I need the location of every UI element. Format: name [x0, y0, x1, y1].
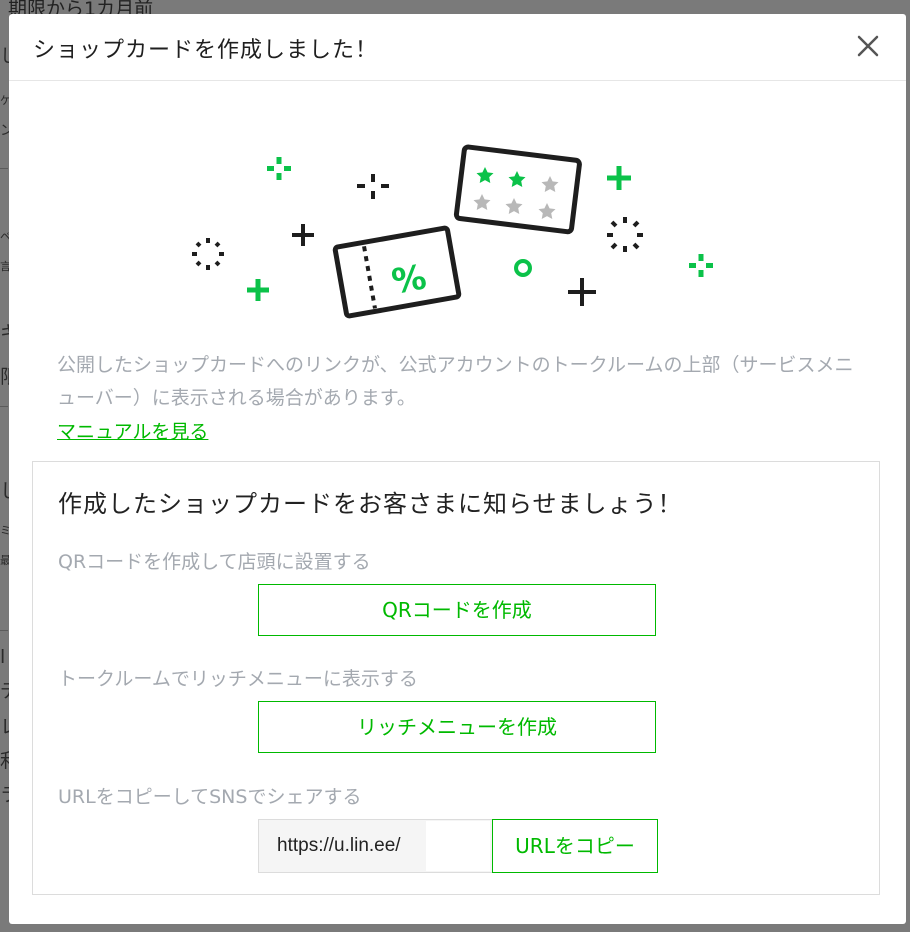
panel-title: 作成したショップカードをお客さまに知らせましょう！ [58, 490, 683, 518]
sparkle-icon [357, 174, 389, 199]
url-copy-row: https://u.lin.ee/ URLをコピー [258, 819, 658, 873]
plus-icon [292, 224, 314, 246]
shop-card-created-dialog: ショップカードを作成しました！ % 公開したショップカードへのリンクが、公式アカ… [9, 14, 906, 924]
percent-icon: % [389, 257, 430, 302]
qr-step-label: QRコードを作成して店頭に設置する [58, 551, 371, 573]
circle-icon [514, 259, 532, 277]
plus-icon [247, 279, 269, 301]
shop-card-icon [453, 144, 582, 235]
sparkle-icon [267, 157, 291, 180]
background-divider [0, 406, 8, 407]
background-divider [0, 168, 8, 169]
close-icon[interactable] [854, 32, 882, 60]
dialog-header: ショップカードを作成しました！ [9, 14, 906, 81]
service-menu-notice: 公開したショップカードへのリンクが、公式アカウントのトークルームの上部（サービス… [57, 354, 854, 409]
plus-icon [568, 278, 596, 306]
dotted-circle-icon [192, 238, 224, 270]
sparkle-icon [689, 254, 713, 277]
create-rich-menu-button[interactable]: リッチメニューを作成 [258, 701, 656, 753]
share-options-panel: 作成したショップカードをお客さまに知らせましょう！ QRコードを作成して店頭に設… [32, 461, 880, 895]
manual-link[interactable]: マニュアルを見る [57, 416, 208, 449]
url-step-label: URLをコピーしてSNSでシェアする [58, 786, 362, 808]
plus-icon [607, 166, 631, 190]
background-divider [0, 630, 8, 631]
copy-url-button[interactable]: URLをコピー [492, 819, 658, 873]
create-qr-button[interactable]: QRコードを作成 [258, 584, 656, 636]
dotted-circle-icon [607, 217, 643, 252]
url-redaction [426, 821, 490, 871]
background-fragment: l [0, 646, 6, 668]
rich-menu-step-label: トークルームでリッチメニューに表示する [58, 668, 418, 690]
shop-card-illustration: % [9, 124, 906, 324]
dialog-title: ショップカードを作成しました！ [33, 38, 379, 63]
